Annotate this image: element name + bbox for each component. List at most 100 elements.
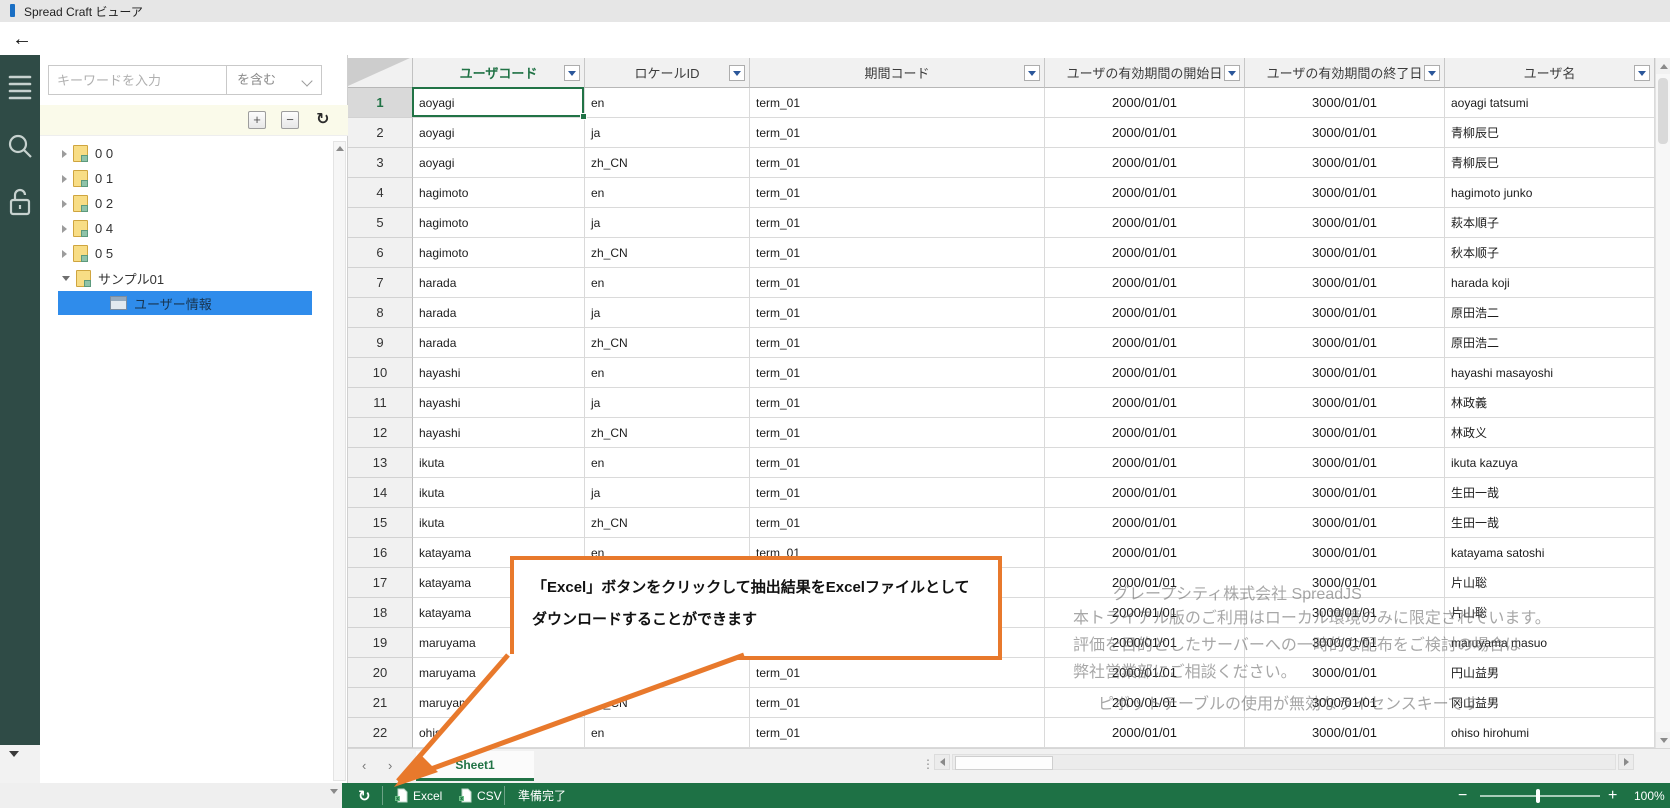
match-mode-select[interactable]: を含む	[226, 65, 322, 95]
grid-cell[interactable]: term_01	[750, 688, 1045, 718]
grid-cell[interactable]: ikuta	[413, 478, 585, 508]
row-header[interactable]: 4	[348, 178, 413, 208]
row-header[interactable]: 19	[348, 628, 413, 658]
grid-cell[interactable]: 片山聡	[1445, 598, 1655, 628]
grid-cell[interactable]: 片山聡	[1445, 568, 1655, 598]
splitter-handle-icon[interactable]: ⋮	[922, 757, 933, 771]
grid-cell[interactable]: term_01	[750, 328, 1045, 358]
excel-export-button[interactable]: Excel	[394, 783, 442, 808]
horizontal-scroll-thumb[interactable]	[955, 756, 1053, 770]
row-header[interactable]: 15	[348, 508, 413, 538]
grid-cell[interactable]: 生田一哉	[1445, 508, 1655, 538]
grid-cell[interactable]: zh_CN	[585, 418, 750, 448]
prev-sheet-button[interactable]: ‹	[362, 758, 366, 773]
scroll-up-icon[interactable]	[336, 146, 344, 151]
grid-cell[interactable]: harada	[413, 328, 585, 358]
grid-cell[interactable]: 秋本顺子	[1445, 238, 1655, 268]
grid-cell[interactable]: 2000/01/01	[1045, 148, 1245, 178]
grid-cell[interactable]: katayama satoshi	[1445, 538, 1655, 568]
grid-cell[interactable]: 2000/01/01	[1045, 178, 1245, 208]
grid-cell[interactable]: 3000/01/01	[1245, 178, 1445, 208]
grid-cell[interactable]: 3000/01/01	[1245, 508, 1445, 538]
row-header[interactable]: 3	[348, 148, 413, 178]
grid-cell[interactable]: 3000/01/01	[1245, 448, 1445, 478]
caret-right-icon[interactable]	[62, 250, 67, 258]
caret-right-icon[interactable]	[62, 200, 67, 208]
grid-cell[interactable]: 2000/01/01	[1045, 268, 1245, 298]
grid-cell[interactable]: ja	[585, 478, 750, 508]
grid-cell[interactable]: 2000/01/01	[1045, 388, 1245, 418]
column-header[interactable]: ユーザ名	[1445, 58, 1655, 88]
grid-cell[interactable]: en	[585, 448, 750, 478]
scroll-up-button[interactable]	[1656, 58, 1670, 74]
grid-cell[interactable]: term_01	[750, 148, 1045, 178]
grid-cell[interactable]: ikuta	[413, 508, 585, 538]
grid-cell[interactable]: 3000/01/01	[1245, 688, 1445, 718]
grid-cell[interactable]: 2000/01/01	[1045, 88, 1245, 118]
grid-cell[interactable]: 萩本順子	[1445, 208, 1655, 238]
menu-icon[interactable]	[7, 73, 33, 108]
grid-cell[interactable]: 3000/01/01	[1245, 358, 1445, 388]
row-header[interactable]: 14	[348, 478, 413, 508]
row-header[interactable]: 5	[348, 208, 413, 238]
grid-cell[interactable]: zh_CN	[585, 238, 750, 268]
search-icon[interactable]	[7, 133, 33, 166]
grid-cell[interactable]: 3000/01/01	[1245, 328, 1445, 358]
row-header[interactable]: 2	[348, 118, 413, 148]
grid-cell[interactable]: 生田一哉	[1445, 478, 1655, 508]
grid-cell[interactable]: 2000/01/01	[1045, 658, 1245, 688]
filter-icon[interactable]	[1424, 65, 1440, 81]
caret-right-icon[interactable]	[62, 175, 67, 183]
grid-cell[interactable]: 原田浩二	[1445, 298, 1655, 328]
grid-cell[interactable]: 2000/01/01	[1045, 508, 1245, 538]
grid-cell[interactable]: ikuta	[413, 448, 585, 478]
grid-cell[interactable]: 2000/01/01	[1045, 298, 1245, 328]
vertical-scrollbar[interactable]	[1655, 58, 1670, 748]
grid-cell[interactable]: term_01	[750, 178, 1045, 208]
row-header[interactable]: 18	[348, 598, 413, 628]
scroll-left-button[interactable]	[934, 754, 950, 770]
tree-item[interactable]: 0 2	[40, 191, 348, 216]
select-all-corner[interactable]	[348, 58, 413, 88]
grid-cell[interactable]: 2000/01/01	[1045, 598, 1245, 628]
grid-cell[interactable]: ohiso	[413, 718, 585, 748]
grid-cell[interactable]: harada koji	[1445, 268, 1655, 298]
grid-cell[interactable]: term_01	[750, 508, 1045, 538]
grid-cell[interactable]: 2000/01/01	[1045, 688, 1245, 718]
grid-cell[interactable]: term_01	[750, 478, 1045, 508]
vertical-scroll-thumb[interactable]	[1658, 78, 1668, 144]
grid-cell[interactable]: 林政义	[1445, 418, 1655, 448]
grid-cell[interactable]: 2000/01/01	[1045, 628, 1245, 658]
grid-cell[interactable]: ohiso hirohumi	[1445, 718, 1655, 748]
grid-cell[interactable]: 2000/01/01	[1045, 208, 1245, 238]
row-header[interactable]: 12	[348, 418, 413, 448]
row-header[interactable]: 11	[348, 388, 413, 418]
next-sheet-button[interactable]: ›	[388, 758, 392, 773]
grid-cell[interactable]: 2000/01/01	[1045, 718, 1245, 748]
caret-right-icon[interactable]	[62, 150, 67, 158]
column-header[interactable]: ユーザの有効期間の開始日	[1045, 58, 1245, 88]
grid-cell[interactable]: ja	[585, 208, 750, 238]
grid-cell[interactable]: aoyagi	[413, 148, 585, 178]
zoom-in-button[interactable]: +	[1608, 783, 1617, 808]
rail-overflow-icon[interactable]	[9, 751, 19, 757]
row-header[interactable]: 8	[348, 298, 413, 328]
scroll-right-button[interactable]	[1618, 754, 1634, 770]
row-header[interactable]: 10	[348, 358, 413, 388]
grid-cell[interactable]: term_01	[750, 658, 1045, 688]
grid-cell[interactable]: 3000/01/01	[1245, 298, 1445, 328]
grid-cell[interactable]: 3000/01/01	[1245, 208, 1445, 238]
keyword-search-input[interactable]	[48, 65, 226, 95]
grid-cell[interactable]: 3000/01/01	[1245, 598, 1445, 628]
grid-cell[interactable]: 3000/01/01	[1245, 388, 1445, 418]
grid-cell[interactable]: en	[585, 178, 750, 208]
tree-item[interactable]: 0 1	[40, 166, 348, 191]
grid-cell[interactable]: 3000/01/01	[1245, 268, 1445, 298]
filter-icon[interactable]	[564, 65, 580, 81]
grid-cell[interactable]: 冈山益男	[1445, 688, 1655, 718]
column-header[interactable]: ロケールID	[585, 58, 750, 88]
column-header[interactable]: 期間コード	[750, 58, 1045, 88]
refresh-button[interactable]: ↻	[358, 783, 371, 808]
row-header[interactable]: 6	[348, 238, 413, 268]
grid-cell[interactable]: ja	[585, 298, 750, 328]
